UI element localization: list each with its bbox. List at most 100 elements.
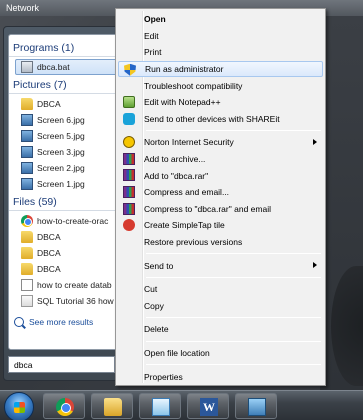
menu-label: Print: [144, 47, 162, 58]
menu-restore-previous-versions[interactable]: Restore previous versions: [118, 234, 323, 251]
result-label: Screen 5.jpg: [37, 131, 85, 141]
menu-edit-with-notepad[interactable]: Edit with Notepad++: [118, 94, 323, 111]
menu-label: Norton Internet Security: [144, 137, 234, 148]
folder-icon: [21, 247, 33, 259]
menu-cut[interactable]: Cut: [118, 281, 323, 298]
menu-send-to[interactable]: Send to: [118, 257, 323, 274]
media-icon: [152, 398, 170, 416]
taskbar-photo-viewer[interactable]: [235, 393, 277, 419]
result-label: DBCA: [37, 248, 61, 258]
shield-icon: [124, 63, 136, 76]
menu-label: Edit: [144, 30, 159, 41]
menu-separator: [146, 317, 321, 319]
menu-label: Copy: [144, 300, 164, 311]
image-file-icon: [21, 178, 33, 190]
winrar-icon: [123, 152, 135, 165]
menu-separator: [146, 364, 321, 366]
menu-label: Add to archive...: [144, 154, 206, 165]
menu-label: Properties: [144, 371, 183, 382]
start-button[interactable]: [4, 392, 34, 420]
document-icon: [21, 279, 33, 291]
menu-print[interactable]: Print: [118, 44, 323, 61]
result-label: Screen 6.jpg: [37, 115, 85, 125]
image-file-icon: [21, 146, 33, 158]
taskbar-media[interactable]: [139, 393, 181, 419]
menu-label: Delete: [144, 324, 169, 335]
submenu-arrow-icon: [313, 139, 317, 146]
result-label: DBCA: [37, 264, 61, 274]
menu-norton-internet-security[interactable]: Norton Internet Security: [118, 134, 323, 151]
norton-icon: [123, 136, 135, 149]
photo-icon: [248, 398, 266, 416]
menu-add-to-archive[interactable]: Add to archive...: [118, 151, 323, 168]
winrar-icon: [123, 202, 135, 215]
result-label: dbca.bat: [37, 62, 70, 72]
taskbar-explorer[interactable]: [91, 393, 133, 419]
menu-compress-to-dbca-rar-email[interactable]: Compress to "dbca.rar" and email: [118, 201, 323, 218]
menu-label: Send to: [144, 260, 174, 271]
result-label: how-to-create-orac: [37, 216, 109, 226]
winrar-icon: [123, 185, 135, 198]
menu-create-simpletap-tile[interactable]: Create SimpleTap tile: [118, 217, 323, 234]
batch-file-icon: [21, 61, 33, 73]
menu-label: Send to other devices with SHAREit: [144, 113, 280, 124]
menu-copy[interactable]: Copy: [118, 298, 323, 315]
submenu-arrow-icon: [313, 262, 317, 269]
menu-label: Run as administrator: [145, 64, 224, 75]
menu-label: Compress to "dbca.rar" and email: [144, 203, 271, 214]
notepad-plus-plus-icon: [123, 95, 135, 108]
menu-separator: [146, 276, 321, 278]
taskbar-chrome[interactable]: [43, 393, 85, 419]
magnifier-icon: [14, 317, 24, 327]
folder-icon: [21, 263, 33, 275]
menu-separator: [146, 130, 321, 132]
menu-add-to-dbca-rar[interactable]: Add to "dbca.rar": [118, 167, 323, 184]
menu-run-as-administrator[interactable]: Run as administrator: [118, 60, 323, 78]
menu-label: Create SimpleTap tile: [144, 220, 225, 231]
desktop-decoration: [331, 266, 363, 386]
menu-compress-and-email[interactable]: Compress and email...: [118, 184, 323, 201]
image-file-icon: [21, 162, 33, 174]
chrome-icon: [56, 398, 74, 416]
image-file-icon: [21, 130, 33, 142]
simpletap-icon: [123, 219, 135, 232]
menu-separator: [146, 340, 321, 342]
menu-properties[interactable]: Properties: [118, 368, 323, 385]
menu-label: Open: [144, 14, 166, 25]
taskbar-word[interactable]: W: [187, 393, 229, 419]
menu-open-file-location[interactable]: Open file location: [118, 345, 323, 362]
chrome-icon: [21, 215, 33, 227]
result-label: DBCA: [37, 232, 61, 242]
menu-delete[interactable]: Delete: [118, 321, 323, 338]
menu-label: Add to "dbca.rar": [144, 170, 209, 181]
result-label: DBCA: [37, 99, 61, 109]
image-file-icon: [21, 114, 33, 126]
menu-open[interactable]: Open: [118, 11, 323, 28]
folder-icon: [21, 98, 33, 110]
context-menu: Open Edit Print Run as administrator Tro…: [115, 8, 326, 386]
menu-label: Restore previous versions: [144, 237, 243, 248]
word-icon: W: [200, 398, 218, 416]
result-label: Screen 2.jpg: [37, 163, 85, 173]
menu-label: Edit with Notepad++: [144, 97, 221, 108]
pdf-icon: [21, 295, 33, 307]
menu-separator: [146, 253, 321, 255]
desktop-background: [320, 16, 363, 390]
winrar-icon: [123, 169, 135, 182]
shareit-icon: [123, 112, 135, 125]
result-label: how to create datab: [37, 280, 112, 290]
result-label: Screen 1.jpg: [37, 179, 85, 189]
result-label: Screen 3.jpg: [37, 147, 85, 157]
menu-label: Compress and email...: [144, 187, 230, 198]
menu-edit[interactable]: Edit: [118, 28, 323, 45]
menu-send-shareit[interactable]: Send to other devices with SHAREit: [118, 111, 323, 128]
menu-label: Open file location: [144, 347, 210, 358]
menu-label: Cut: [144, 284, 158, 295]
explorer-icon: [104, 398, 122, 416]
result-label: SQL Tutorial 36 how: [37, 296, 114, 306]
menu-label: Troubleshoot compatibility: [144, 80, 243, 91]
see-more-label: See more results: [29, 317, 94, 327]
search-input[interactable]: [8, 356, 115, 373]
menu-troubleshoot-compatibility[interactable]: Troubleshoot compatibility: [118, 77, 323, 94]
taskbar: W: [0, 390, 363, 420]
